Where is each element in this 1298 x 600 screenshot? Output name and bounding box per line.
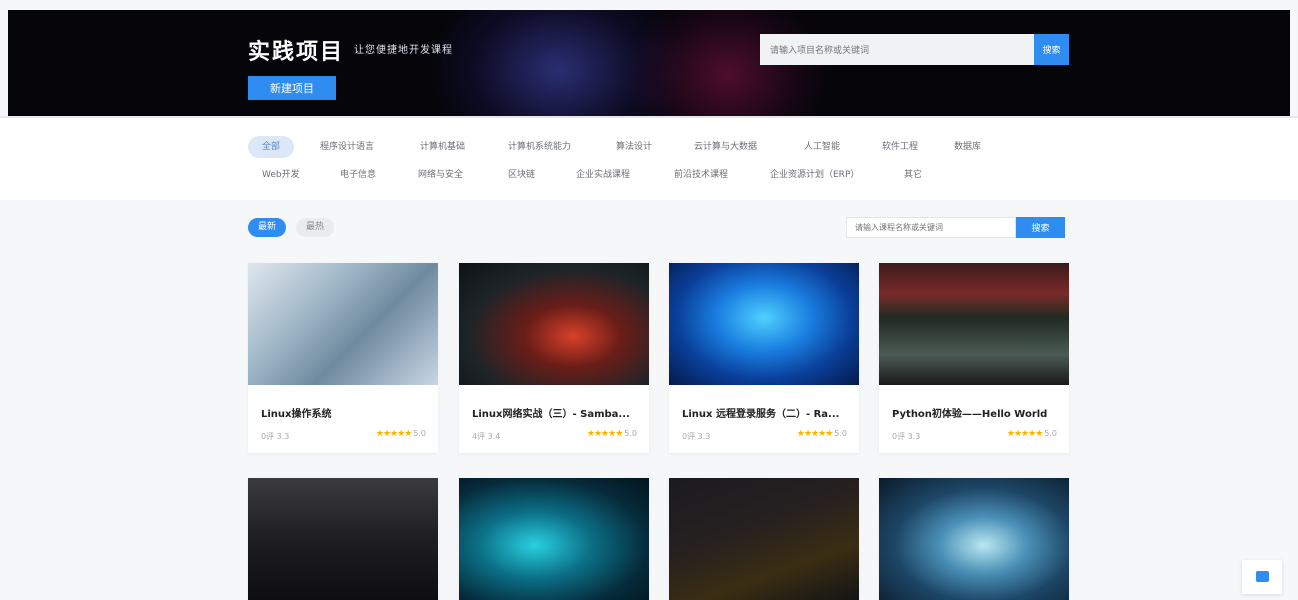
course-title[interactable]: Linux 远程登录服务（二）- Ra...	[682, 405, 852, 420]
course-thumbnail[interactable]	[669, 478, 859, 600]
stars-icon: ★★★★★	[1006, 429, 1043, 439]
category-database[interactable]: 数据库	[940, 136, 995, 158]
course-title[interactable]: Linux操作系统	[261, 405, 431, 420]
course-thumbnail[interactable]	[248, 263, 438, 385]
category-network-security[interactable]: 网络与安全	[404, 164, 477, 186]
category-cloud[interactable]: 云计算与大数据	[680, 136, 771, 158]
category-bar: 全部 程序设计语言 计算机基础 计算机系统能力 算法设计 云计算与大数据 人工智…	[0, 116, 1298, 200]
category-computer-basics[interactable]: 计算机基础	[406, 136, 479, 158]
course-card[interactable]: Python初体验——Hello World 0评 3.3 ★★★★★ 5.0	[879, 263, 1069, 453]
course-meta: 0评 3.3	[682, 432, 711, 441]
course-card[interactable]: Linux 远程登录服务（二）- Ra... 0评 3.3 ★★★★★ 5.0	[669, 263, 859, 453]
course-thumbnail[interactable]	[459, 478, 649, 600]
course-card[interactable]: Linux操作系统 0评 3.3 ★★★★★ 5.0	[248, 263, 438, 453]
category-blockchain[interactable]: 区块链	[494, 164, 549, 186]
category-web[interactable]: Web开发	[248, 164, 314, 186]
star-rating: ★★★★★ 5.0	[376, 429, 426, 439]
course-thumbnail[interactable]	[879, 263, 1069, 385]
category-erp[interactable]: 企业资源计划（ERP）	[756, 164, 873, 186]
course-thumbnail[interactable]	[248, 478, 438, 600]
rating-value: 5.0	[834, 429, 847, 438]
new-project-button[interactable]: 新建项目	[248, 76, 336, 100]
project-search-input[interactable]	[760, 34, 1036, 65]
course-meta: 0评 3.3	[892, 432, 921, 441]
project-search-button[interactable]: 搜索	[1034, 34, 1069, 65]
page: 实践项目 让您便捷地开发课程 新建项目 搜索 全部 程序设计语言 计算机基础 计…	[0, 0, 1298, 600]
course-thumbnail[interactable]	[669, 263, 859, 385]
course-card[interactable]	[459, 478, 649, 600]
category-electronics[interactable]: 电子信息	[326, 164, 390, 186]
course-meta: 0评 3.3	[261, 432, 290, 441]
course-card[interactable]: Linux网络实战（三）- Samba... 4评 3.4 ★★★★★ 5.0	[459, 263, 649, 453]
sort-latest-tab[interactable]: 最新	[248, 218, 287, 237]
category-system[interactable]: 计算机系统能力	[494, 136, 585, 158]
course-title[interactable]: Linux网络实战（三）- Samba...	[472, 405, 642, 420]
category-software-eng[interactable]: 软件工程	[868, 136, 932, 158]
category-other[interactable]: 其它	[890, 164, 936, 186]
course-search-button[interactable]: 搜索	[1016, 217, 1065, 238]
stars-icon: ★★★★★	[796, 429, 833, 439]
category-enterprise[interactable]: 企业实战课程	[562, 164, 644, 186]
page-subtitle: 让您便捷地开发课程	[354, 45, 453, 56]
star-rating: ★★★★★ 5.0	[797, 429, 847, 439]
star-rating: ★★★★★ 5.0	[587, 429, 637, 439]
category-algorithm[interactable]: 算法设计	[602, 136, 666, 158]
course-thumbnail[interactable]	[879, 478, 1069, 600]
star-rating: ★★★★★ 5.0	[1007, 429, 1057, 439]
category-programming[interactable]: 程序设计语言	[306, 136, 388, 158]
category-frontier[interactable]: 前沿技术课程	[660, 164, 742, 186]
rating-value: 5.0	[413, 429, 426, 438]
category-all[interactable]: 全部	[248, 136, 295, 158]
course-card[interactable]	[248, 478, 438, 600]
course-search-input[interactable]	[846, 217, 1016, 238]
chat-icon	[1256, 571, 1269, 582]
page-title: 实践项目	[248, 40, 345, 65]
stars-icon: ★★★★★	[375, 429, 412, 439]
sort-hottest-tab[interactable]: 最热	[296, 218, 335, 237]
stars-icon: ★★★★★	[586, 429, 623, 439]
course-card[interactable]	[669, 478, 859, 600]
course-thumbnail[interactable]	[459, 263, 649, 385]
hero-banner: 实践项目 让您便捷地开发课程 新建项目 搜索	[8, 10, 1290, 116]
category-ai[interactable]: 人工智能	[790, 136, 854, 158]
chat-support-button[interactable]	[1242, 560, 1282, 594]
rating-value: 5.0	[624, 429, 637, 438]
course-card[interactable]	[879, 478, 1069, 600]
course-meta: 4评 3.4	[472, 432, 501, 441]
rating-value: 5.0	[1044, 429, 1057, 438]
course-title[interactable]: Python初体验——Hello World	[892, 405, 1062, 420]
